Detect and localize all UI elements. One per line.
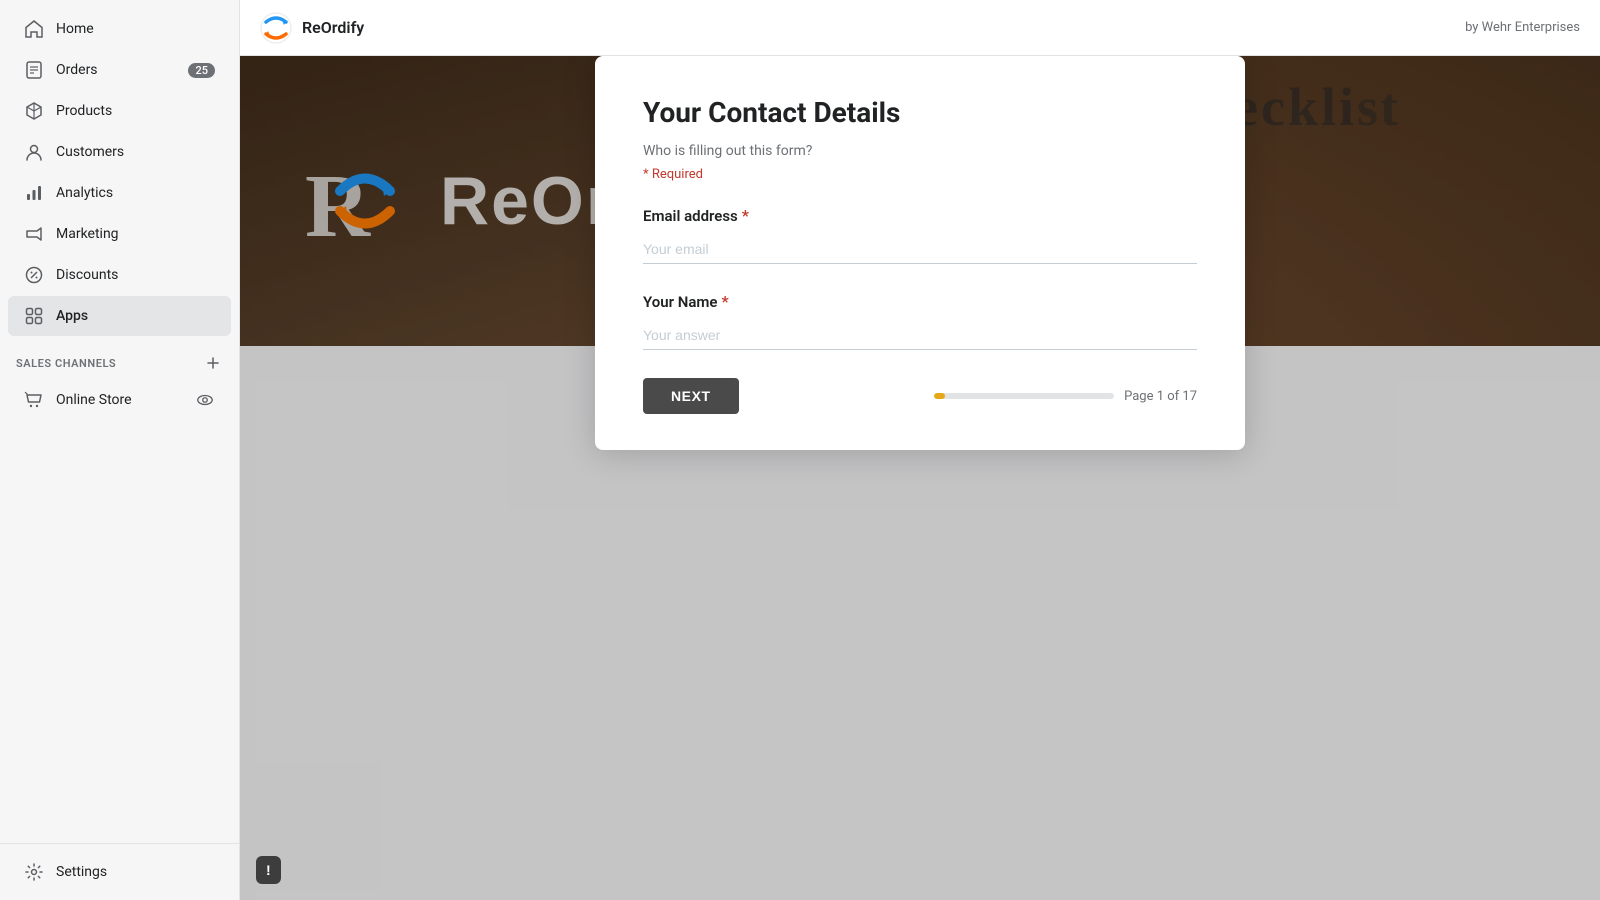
contact-details-modal: Your Contact Details Who is filling out … xyxy=(595,56,1245,450)
sidebar-item-orders[interactable]: Orders 25 xyxy=(8,50,231,90)
app-logo: ReOrdify xyxy=(260,12,364,44)
sales-channels-label: SALES CHANNELS xyxy=(16,357,116,370)
sidebar-item-apps[interactable]: Apps xyxy=(8,296,231,336)
name-label: Your Name * xyxy=(643,292,1197,311)
sidebar-item-customers-label: Customers xyxy=(56,144,124,160)
marketing-icon xyxy=(24,224,44,244)
orders-badge: 25 xyxy=(188,63,215,78)
orders-icon xyxy=(24,60,44,80)
online-store-icon xyxy=(24,390,44,410)
sidebar-item-orders-label: Orders xyxy=(56,62,98,78)
feedback-icon: ! xyxy=(266,862,271,878)
analytics-icon xyxy=(24,183,44,203)
sidebar-nav: Home Orders 25 xyxy=(0,0,239,843)
online-store-visibility-button[interactable] xyxy=(195,390,215,410)
modal-footer: NEXT Page 1 of 17 xyxy=(643,378,1197,414)
next-button[interactable]: NEXT xyxy=(643,378,739,414)
settings-label: Settings xyxy=(56,864,107,880)
customers-icon xyxy=(24,142,44,162)
sidebar-item-apps-label: Apps xyxy=(56,308,88,324)
app-name: ReOrdify xyxy=(302,18,364,37)
settings-icon xyxy=(24,862,44,882)
sidebar: Home Orders 25 xyxy=(0,0,240,900)
sidebar-item-analytics[interactable]: Analytics xyxy=(8,173,231,213)
sidebar-item-analytics-label: Analytics xyxy=(56,185,113,201)
sidebar-item-marketing[interactable]: Marketing xyxy=(8,214,231,254)
sidebar-item-discounts-label: Discounts xyxy=(56,267,118,283)
progress-fill xyxy=(934,393,945,399)
discounts-icon xyxy=(24,265,44,285)
sidebar-item-discounts[interactable]: Discounts xyxy=(8,255,231,295)
modal-subtitle: Who is filling out this form? xyxy=(643,143,1197,159)
email-required-star: * xyxy=(742,206,749,225)
products-icon xyxy=(24,101,44,121)
page-indicator: Page 1 of 17 xyxy=(1124,389,1197,404)
topbar-attribution: by Wehr Enterprises xyxy=(1465,20,1580,35)
sidebar-item-home-label: Home xyxy=(56,21,94,37)
sidebar-item-products-label: Products xyxy=(56,103,112,119)
sales-channels-header: SALES CHANNELS xyxy=(0,337,239,379)
sidebar-item-online-store[interactable]: Online Store xyxy=(8,380,231,420)
email-input[interactable] xyxy=(643,235,1197,264)
required-note: * Required xyxy=(643,167,1197,182)
main-content: ReOrdify by Wehr Enterprises Checklist R xyxy=(240,0,1600,900)
sidebar-item-home[interactable]: Home xyxy=(8,9,231,49)
sidebar-item-settings[interactable]: Settings xyxy=(8,852,231,892)
email-form-group: Email address * xyxy=(643,206,1197,264)
name-required-star: * xyxy=(722,292,729,311)
progress-bar xyxy=(934,393,1114,399)
name-input[interactable] xyxy=(643,321,1197,350)
sidebar-item-products[interactable]: Products xyxy=(8,91,231,131)
apps-icon xyxy=(24,306,44,326)
topbar: ReOrdify by Wehr Enterprises xyxy=(240,0,1600,56)
add-sales-channel-button[interactable] xyxy=(203,353,223,373)
sidebar-item-marketing-label: Marketing xyxy=(56,226,119,242)
email-label: Email address * xyxy=(643,206,1197,225)
content-area: Checklist R xyxy=(240,56,1600,900)
online-store-label: Online Store xyxy=(56,392,132,408)
name-form-group: Your Name * xyxy=(643,292,1197,350)
progress-area: Page 1 of 17 xyxy=(934,389,1197,404)
feedback-button[interactable]: ! xyxy=(256,856,281,884)
sidebar-bottom: Settings xyxy=(0,843,239,900)
modal-title: Your Contact Details xyxy=(643,96,1197,129)
logo-icon xyxy=(260,12,292,44)
home-icon xyxy=(24,19,44,39)
modal-overlay: Your Contact Details Who is filling out … xyxy=(240,56,1600,900)
sidebar-item-customers[interactable]: Customers xyxy=(8,132,231,172)
